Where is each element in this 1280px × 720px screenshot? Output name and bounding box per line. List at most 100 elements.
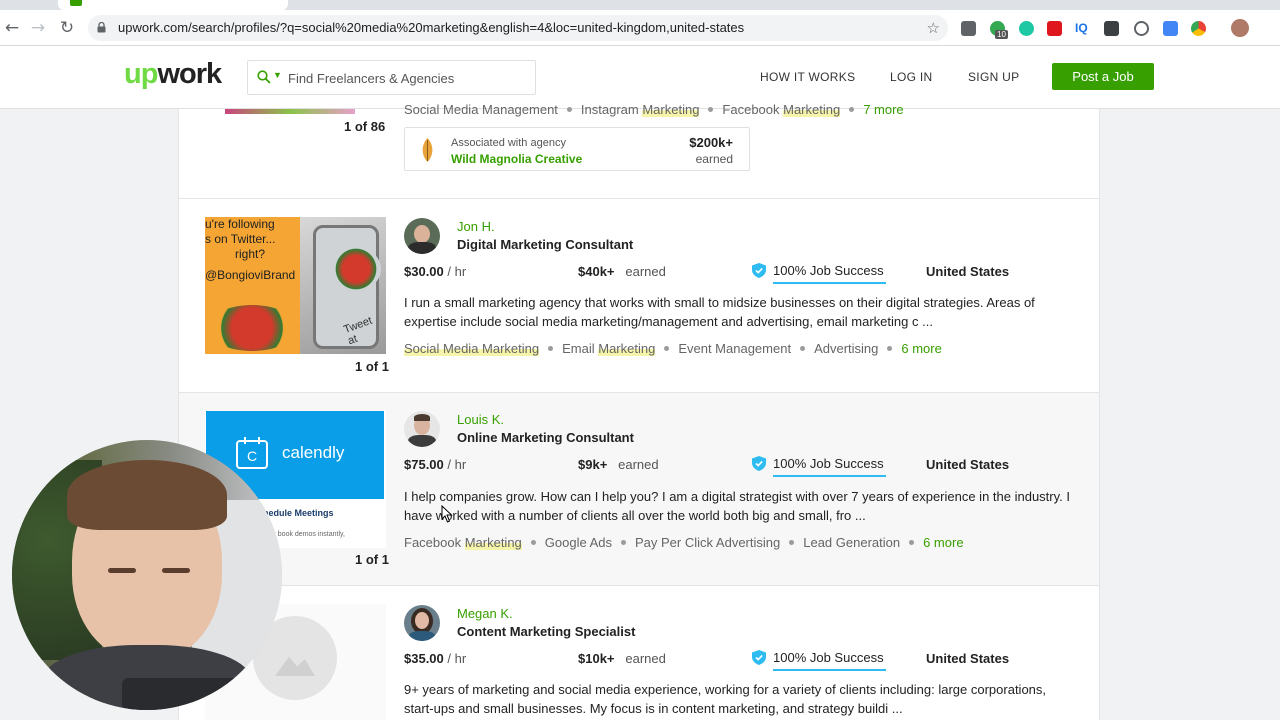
nav-log-in[interactable]: LOG IN (890, 70, 932, 84)
extension-b-icon[interactable] (961, 21, 976, 36)
reload-icon[interactable]: ↻ (56, 17, 78, 39)
logo-work: work (157, 58, 222, 90)
shield-icon (752, 263, 766, 278)
freelancer-title[interactable]: Online Marketing Consultant (457, 430, 634, 445)
chevron-down-icon[interactable]: ▼ (273, 70, 282, 80)
more-skills-link[interactable]: 7 more (863, 102, 903, 117)
browser-tab[interactable] (58, 0, 288, 10)
earned-amount: $9k+ earned (578, 457, 659, 472)
freelancer-name[interactable]: Jon H. (457, 219, 495, 234)
earned-amount: $10k+ earned (578, 651, 666, 666)
skill-tag[interactable]: Instagram Marketing (581, 102, 700, 117)
country: United States (926, 651, 1010, 666)
extension-color-icon[interactable] (1191, 21, 1206, 36)
shield-icon (752, 650, 766, 665)
post-job-button[interactable]: Post a Job (1052, 63, 1154, 90)
skill-tag[interactable]: Advertising (814, 341, 878, 356)
site-header: upwork ▼ HOW IT WORKS LOG IN SIGN UP Pos… (0, 46, 1280, 109)
agency-earned-amount: $200k+ (689, 135, 733, 150)
shield-icon (752, 456, 766, 471)
associated-label: Associated with agency (451, 137, 566, 149)
extension-circle-icon[interactable] (1019, 21, 1034, 36)
card-divider (178, 585, 1100, 586)
job-success-badge: 100% Job Success (752, 650, 886, 671)
freelancer-description: I run a small marketing agency that work… (404, 295, 1035, 329)
skill-tag[interactable]: Lead Generation (803, 535, 900, 550)
bookmark-star-icon[interactable]: ☆ (927, 19, 940, 37)
skill-tag[interactable]: Facebook Marketing (722, 102, 841, 117)
hourly-rate: $75.00 / hr (404, 457, 467, 472)
portfolio-text: u're following (205, 217, 275, 231)
skill-tag[interactable]: Google Ads (545, 535, 612, 550)
agency-name-link[interactable]: Wild Magnolia Creative (451, 152, 582, 166)
nav-sign-up[interactable]: SIGN UP (968, 70, 1019, 84)
upwork-logo[interactable]: upwork (124, 58, 222, 91)
extension-iq-icon[interactable]: IQ (1075, 21, 1090, 36)
job-success-bar (773, 282, 886, 284)
country: United States (926, 457, 1010, 472)
forward-arrow-icon[interactable]: → (27, 17, 49, 39)
skills-row: Facebook Marketing Google Ads Pay Per Clic… (404, 535, 964, 550)
skills-row: Social Media Management Instagram Marketi… (404, 102, 904, 117)
portfolio-thumbnail[interactable] (205, 109, 386, 114)
nav-how-it-works[interactable]: HOW IT WORKS (760, 70, 855, 84)
skill-tag[interactable]: Email Marketing (562, 341, 656, 356)
url-text: upwork.com/search/profiles/?q=social%20m… (118, 20, 745, 35)
freelancer-description: 9+ years of marketing and social media e… (404, 682, 1047, 716)
portfolio-brand-text: calendly (282, 443, 345, 462)
skill-tag[interactable]: Event Management (678, 341, 791, 356)
job-success-bar (773, 669, 886, 671)
back-arrow-icon[interactable]: ← (1, 17, 23, 39)
avatar[interactable] (404, 218, 440, 254)
skill-tag[interactable]: Social Media Marketing (404, 341, 540, 356)
portfolio-counter: 1 of 1 (355, 552, 389, 567)
avatar[interactable] (404, 411, 440, 447)
more-skills-link[interactable]: 6 more (923, 535, 963, 550)
freelancer-name[interactable]: Louis K. (457, 412, 504, 427)
job-success-badge: 100% Job Success (752, 456, 886, 477)
avatar[interactable] (404, 605, 440, 641)
search-input[interactable] (288, 67, 528, 89)
extension-shield-icon[interactable] (1104, 21, 1119, 36)
job-success-label: 100% Job Success (773, 263, 884, 278)
extension-youtube-icon[interactable] (1047, 21, 1062, 36)
extension-doc-icon[interactable] (1163, 21, 1178, 36)
freelancer-description: I help companies grow. How can I help yo… (404, 489, 1070, 523)
job-success-label: 100% Job Success (773, 650, 884, 665)
hourly-rate: $30.00 / hr (404, 264, 467, 279)
portfolio-text: right? (235, 247, 266, 261)
card-divider (178, 198, 1100, 199)
freelancer-title[interactable]: Content Marketing Specialist (457, 624, 635, 639)
portfolio-counter: 1 of 86 (344, 119, 386, 134)
extension-badge: 10 (995, 30, 1008, 39)
lock-icon (97, 22, 106, 33)
more-skills-link[interactable]: 6 more (901, 341, 941, 356)
extension-grammar-icon[interactable]: 10 (990, 21, 1008, 39)
job-success-label: 100% Job Success (773, 456, 884, 471)
skill-tag[interactable]: Social Media Management (404, 102, 558, 117)
portfolio-counter: 1 of 1 (355, 359, 389, 374)
mouse-cursor-icon (441, 505, 453, 523)
profile-avatar[interactable] (1231, 19, 1249, 37)
skills-row: Social Media Marketing Email Marketing Eve… (404, 341, 942, 356)
webcam-overlay (12, 440, 282, 710)
upwork-favicon-icon (70, 0, 82, 6)
browser-tab-strip (0, 0, 1280, 10)
skill-tag[interactable]: Pay Per Click Advertising (635, 535, 780, 550)
agency-association[interactable]: Associated with agency Wild Magnolia Cre… (404, 127, 750, 171)
extension-ring-icon[interactable] (1134, 21, 1149, 36)
earned-amount: $40k+ earned (578, 264, 666, 279)
search-icon (257, 70, 271, 84)
portfolio-text: s on Twitter... (205, 232, 276, 246)
address-bar[interactable]: upwork.com/search/profiles/?q=social%20m… (88, 15, 948, 41)
country: United States (926, 264, 1010, 279)
skill-tag[interactable]: Facebook Marketing (404, 535, 522, 550)
hourly-rate: $35.00 / hr (404, 651, 467, 666)
freelancer-title[interactable]: Digital Marketing Consultant (457, 237, 633, 252)
browser-toolbar: ← → ↻ upwork.com/search/profiles/?q=soci… (0, 10, 1280, 46)
portfolio-text: @BongioviBrand (205, 268, 296, 282)
search-box[interactable]: ▼ (247, 60, 536, 95)
portfolio-thumbnail[interactable]: u're following s on Twitter... right? @B… (205, 217, 386, 354)
freelancer-name[interactable]: Megan K. (457, 606, 513, 621)
job-success-badge: 100% Job Success (752, 263, 886, 284)
